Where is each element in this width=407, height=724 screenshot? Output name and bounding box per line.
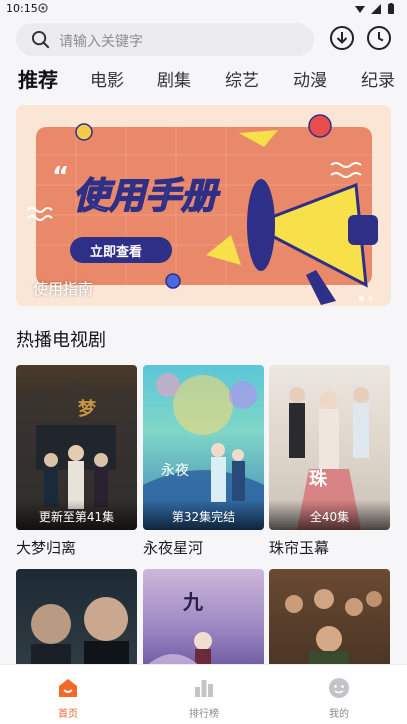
poster-art xyxy=(285,589,382,669)
tab-recommend[interactable]: 推荐 xyxy=(18,66,58,93)
pagination-dot-active xyxy=(359,296,364,301)
bottom-nav: 首页 排行榜 我的 xyxy=(0,664,407,724)
drama-title-1[interactable]: 大梦归离 xyxy=(16,537,76,558)
nav-profile-label: 我的 xyxy=(329,709,349,720)
nav-ranking[interactable]: 排行榜 xyxy=(164,665,244,724)
search-bar[interactable]: 请输入关键字 xyxy=(16,23,314,56)
episode-badge: 第32集完结 xyxy=(171,510,236,524)
ranking-icon xyxy=(195,680,213,697)
search-placeholder: 请输入关键字 xyxy=(59,34,143,50)
promo-banner[interactable]: “ 使用手册 立即查看 使用指南 xyxy=(16,105,391,306)
search-icon xyxy=(31,30,50,49)
episode-badge: 更新至第41集 xyxy=(38,510,115,524)
system-status-icons xyxy=(355,3,394,14)
history-icon[interactable] xyxy=(366,25,392,51)
poster-art xyxy=(31,597,129,669)
drama-poster-6[interactable] xyxy=(269,569,390,669)
nav-home[interactable]: 首页 xyxy=(28,665,108,724)
tab-anime[interactable]: 动漫 xyxy=(293,66,327,91)
nav-profile[interactable]: 我的 xyxy=(299,665,379,724)
episode-badge: 全40集 xyxy=(309,510,350,524)
banner-button[interactable]: 立即查看 xyxy=(90,241,142,260)
status-bar: 10:15 xyxy=(0,0,407,18)
category-tabs: 推荐 电影 剧集 综艺 动漫 纪录 xyxy=(0,66,407,96)
nav-ranking-label: 排行榜 xyxy=(189,709,219,720)
banner-artwork: “ 使用手册 xyxy=(16,105,391,306)
wifi-icon xyxy=(355,6,365,13)
section-title: 热播电视剧 xyxy=(16,330,106,351)
tab-series[interactable]: 剧集 xyxy=(157,66,191,91)
signal-icon xyxy=(371,4,381,14)
nav-home-label: 首页 xyxy=(58,709,78,720)
pagination-dot xyxy=(368,296,373,301)
notification-icon xyxy=(38,3,48,13)
tab-documentary[interactable]: 纪录 xyxy=(361,66,395,91)
download-icon[interactable] xyxy=(329,25,355,51)
drama-poster-4[interactable] xyxy=(16,569,137,669)
drama-poster-2[interactable]: 永夜 第32集完结 xyxy=(143,365,264,530)
banner-pagination xyxy=(355,286,373,305)
svg-text:梦: 梦 xyxy=(78,398,97,420)
status-time: 10:15 xyxy=(6,2,38,15)
battery-icon xyxy=(388,4,394,14)
banner-headline: 使用手册 xyxy=(73,176,221,217)
svg-text:九: 九 xyxy=(182,590,203,614)
svg-text:珠: 珠 xyxy=(309,469,328,490)
drama-title-3[interactable]: 珠帘玉幕 xyxy=(269,537,329,558)
drama-poster-1[interactable]: 梦 更新至第41集 xyxy=(16,365,137,530)
tab-movie[interactable]: 电影 xyxy=(90,66,124,91)
home-icon xyxy=(59,679,77,697)
profile-icon xyxy=(329,678,349,698)
tab-variety[interactable]: 综艺 xyxy=(225,66,259,91)
drama-poster-5[interactable]: 九 xyxy=(143,569,264,669)
drama-poster-3[interactable]: 珠 全40集 xyxy=(269,365,390,530)
svg-text:“: “ xyxy=(52,162,69,192)
poster-art: 九 xyxy=(143,590,212,669)
svg-text:永夜: 永夜 xyxy=(161,463,189,479)
banner-caption: 使用指南 xyxy=(33,280,94,298)
drama-title-2[interactable]: 永夜星河 xyxy=(143,537,203,558)
